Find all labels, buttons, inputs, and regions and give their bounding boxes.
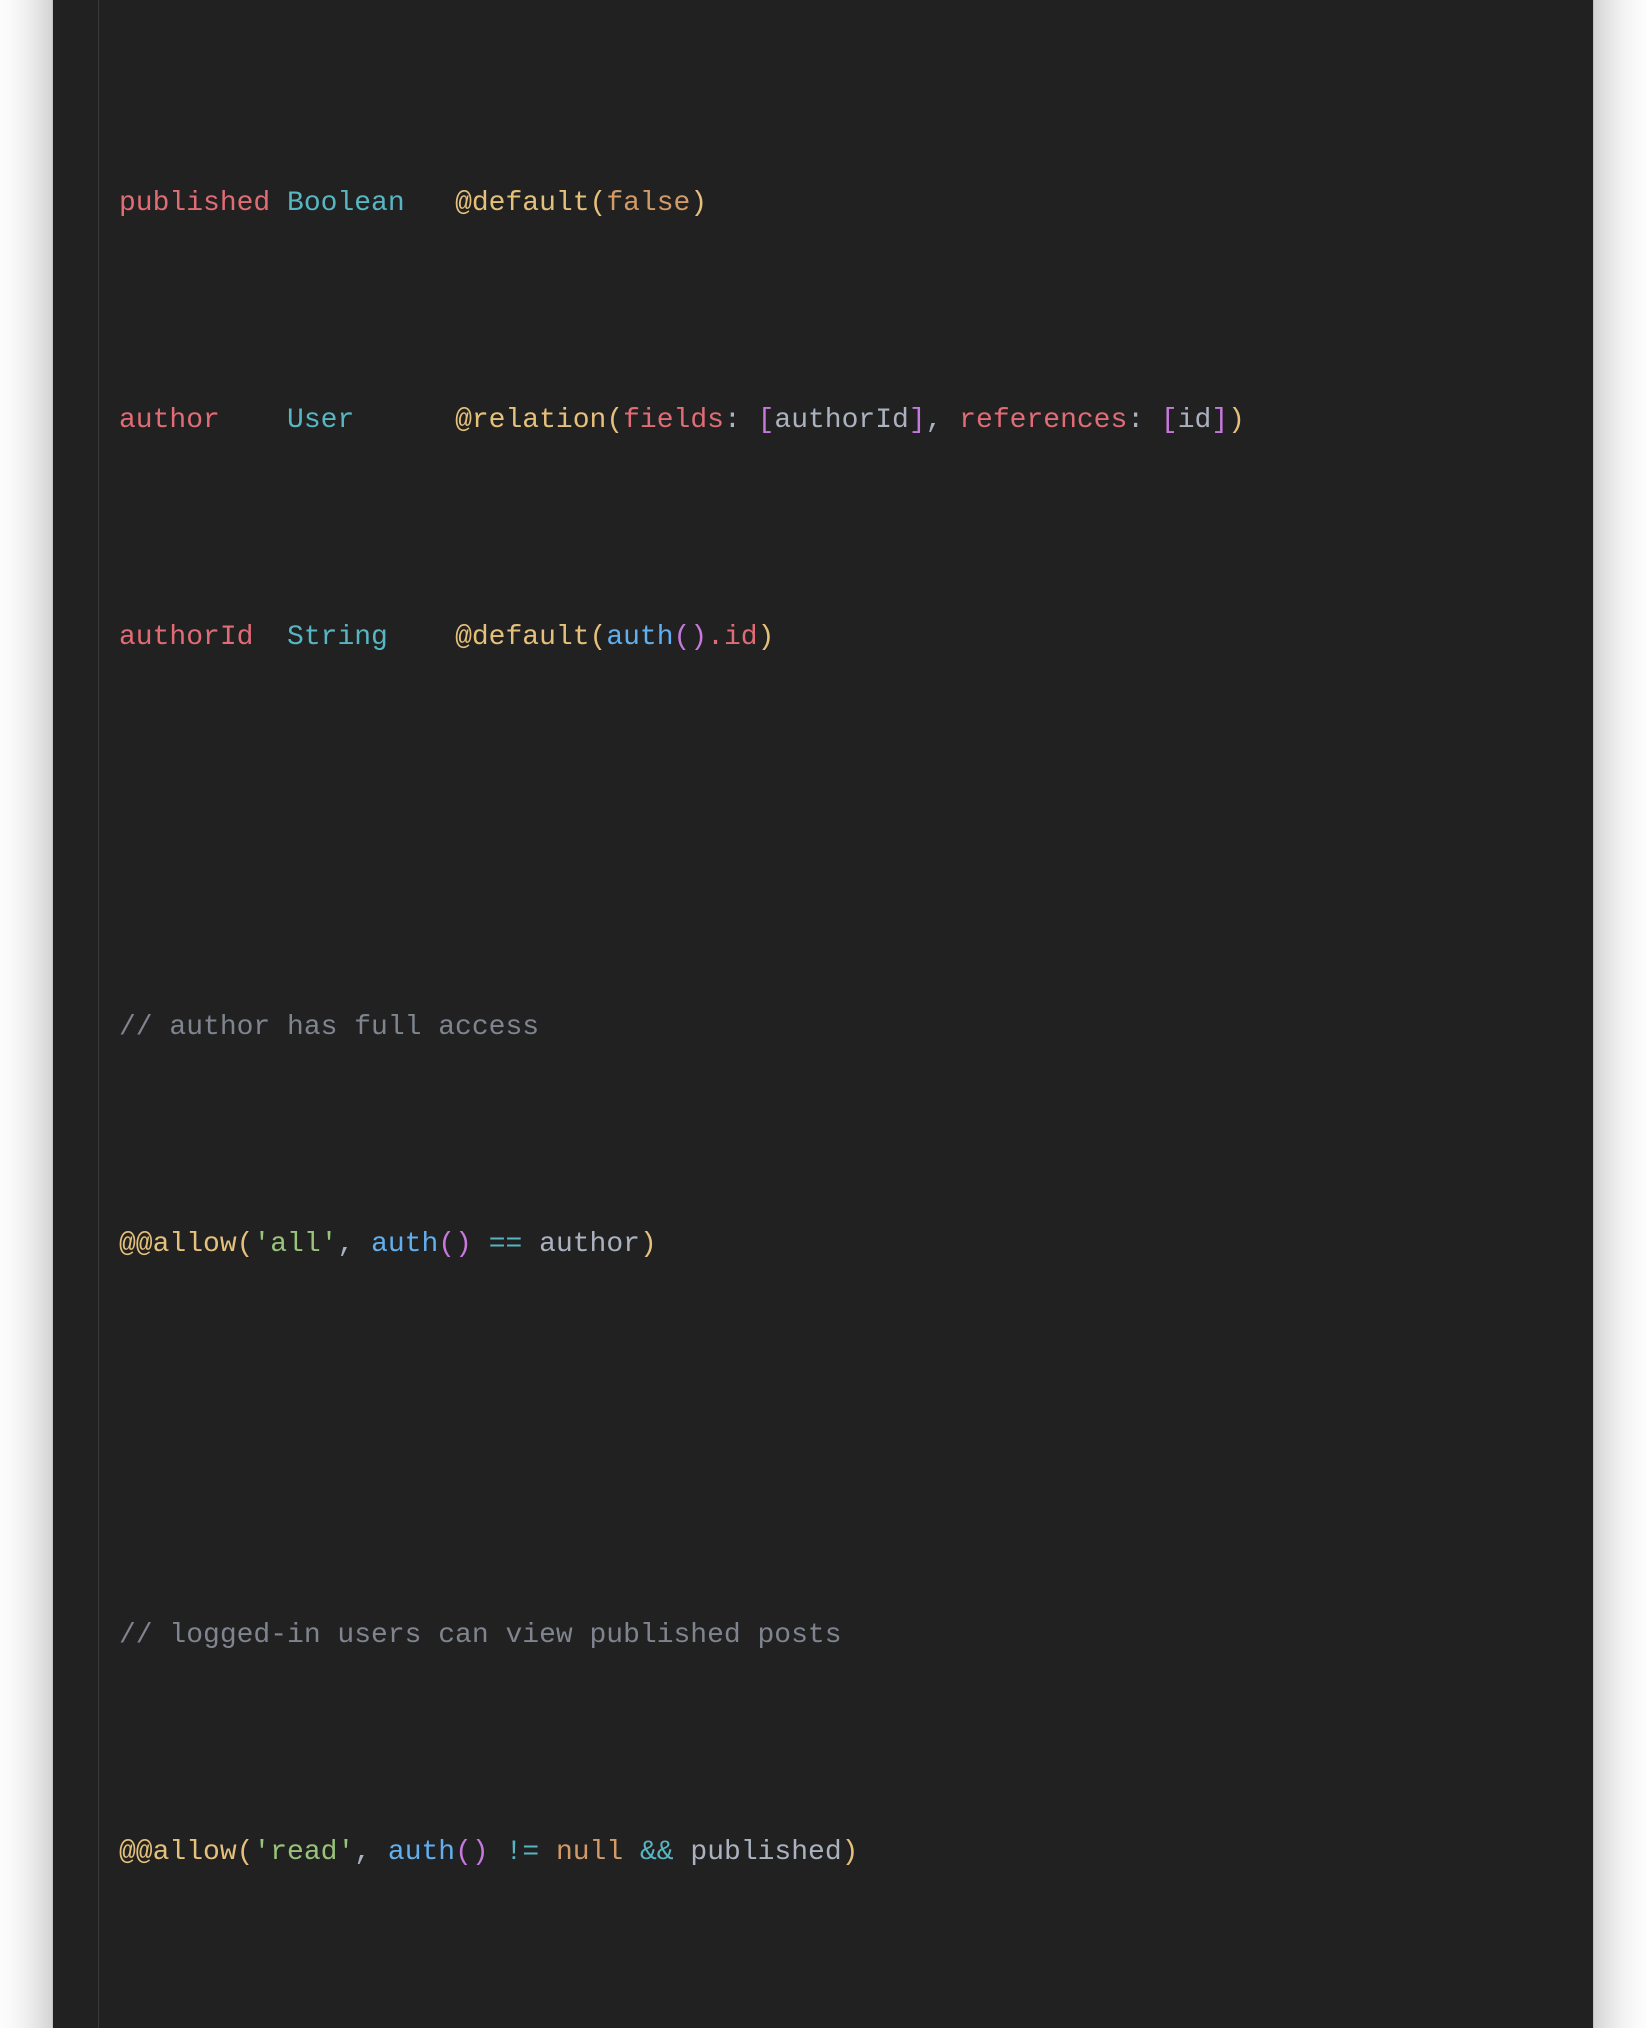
bracket: ] xyxy=(1211,405,1228,436)
comma: , xyxy=(354,1837,371,1868)
comma: , xyxy=(926,405,943,436)
code-line: author User @relation(fields: [authorId]… xyxy=(85,399,1561,442)
comma: , xyxy=(337,1229,354,1260)
paren: ( xyxy=(237,1229,254,1260)
code-line: // logged-in users can view published po… xyxy=(85,1614,1561,1657)
operator: == xyxy=(489,1229,523,1260)
field-type: Boolean xyxy=(287,188,421,219)
paren: ( xyxy=(237,1837,254,1868)
field-type: String xyxy=(287,622,421,653)
attr: @@allow xyxy=(119,1837,237,1868)
paren: ( xyxy=(590,188,607,219)
paren: () xyxy=(438,1229,472,1260)
bracket: ] xyxy=(909,405,926,436)
blank-line xyxy=(85,789,1561,832)
bracket: [ xyxy=(758,405,775,436)
ident: id xyxy=(1178,405,1212,436)
colon: : xyxy=(724,405,741,436)
fn-call: auth xyxy=(371,1229,438,1260)
blank-line xyxy=(85,1397,1561,1440)
paren: () xyxy=(455,1837,489,1868)
field-name: published xyxy=(119,188,270,219)
attr: @default xyxy=(455,188,589,219)
code-line: authorId String @default(auth().id) xyxy=(85,616,1561,659)
fn-call: auth xyxy=(388,1837,455,1868)
operator: != xyxy=(506,1837,540,1868)
code-line: @@allow('all', auth() == author) xyxy=(85,1223,1561,1266)
string: 'read' xyxy=(253,1837,354,1868)
paren: () xyxy=(674,622,708,653)
ident: author xyxy=(539,1229,640,1260)
code-window: model Post { id String @id @default(cuid… xyxy=(53,0,1593,2028)
code-line: title String xyxy=(85,0,1561,8)
paren: ) xyxy=(1228,405,1245,436)
paren: ( xyxy=(590,622,607,653)
field-type: String xyxy=(287,0,388,2)
bracket: [ xyxy=(1161,405,1178,436)
ident: authorId xyxy=(774,405,908,436)
string: 'all' xyxy=(253,1229,337,1260)
operator: && xyxy=(640,1837,674,1868)
field-name: author xyxy=(119,405,270,436)
colon: : xyxy=(1127,405,1144,436)
fn-call: auth xyxy=(606,622,673,653)
kw: references xyxy=(959,405,1127,436)
code-editor[interactable]: model Post { id String @id @default(cuid… xyxy=(53,0,1593,2028)
paren: ) xyxy=(640,1229,657,1260)
literal: false xyxy=(606,188,690,219)
comment: // author has full access xyxy=(119,1012,539,1043)
kw: fields xyxy=(623,405,724,436)
ident: published xyxy=(690,1837,841,1868)
code-line: @@allow('read', auth() != null && publis… xyxy=(85,1831,1561,1874)
paren: ) xyxy=(842,1837,859,1868)
field-name: authorId xyxy=(119,622,270,653)
paren: ( xyxy=(606,405,623,436)
paren: ) xyxy=(690,188,707,219)
field-type: User xyxy=(287,405,421,436)
attr: @default xyxy=(455,622,589,653)
comment: // logged-in users can view published po… xyxy=(119,1620,842,1651)
field-name: title xyxy=(119,0,270,2)
attr: @@allow xyxy=(119,1229,237,1260)
prop: .id xyxy=(707,622,757,653)
code-line: published Boolean @default(false) xyxy=(85,182,1561,225)
code-line: // author has full access xyxy=(85,1006,1561,1049)
paren: ) xyxy=(758,622,775,653)
attr: @relation xyxy=(455,405,606,436)
literal: null xyxy=(556,1837,623,1868)
